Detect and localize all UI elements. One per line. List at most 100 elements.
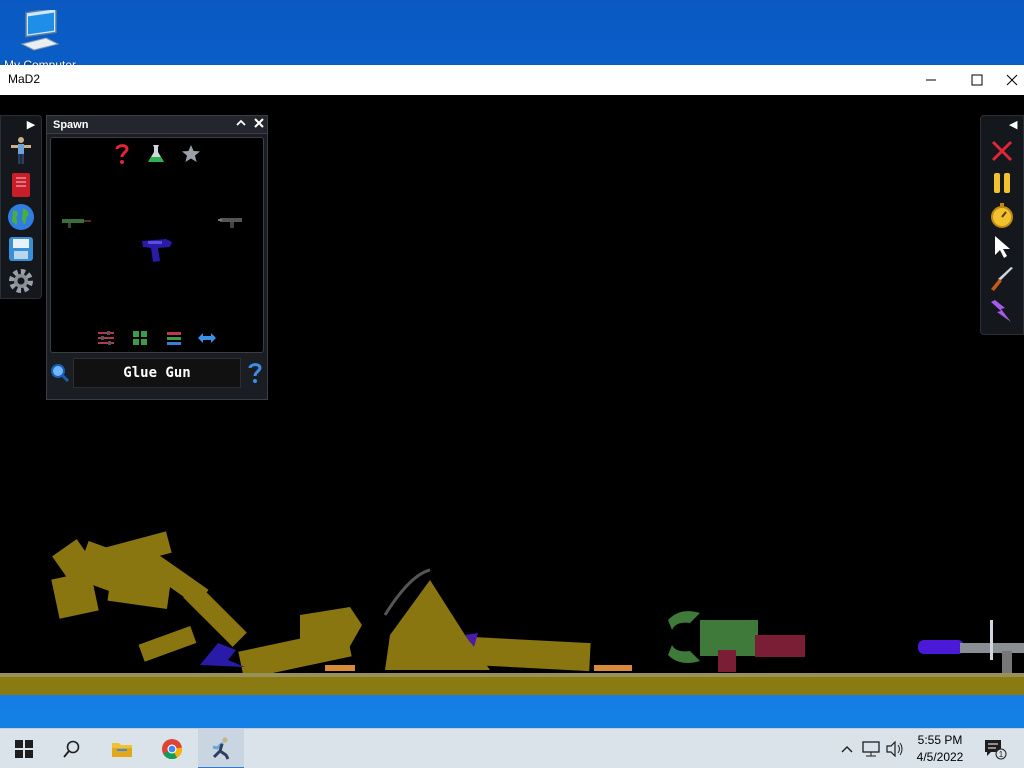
ground bbox=[0, 673, 1024, 695]
collapse-panel-button[interactable] bbox=[233, 117, 249, 133]
power-tool[interactable] bbox=[987, 296, 1017, 326]
globe-icon bbox=[8, 204, 34, 230]
maximize-button[interactable] bbox=[954, 65, 1000, 95]
double-arrow-icon bbox=[198, 333, 216, 343]
save-tool[interactable] bbox=[5, 234, 37, 264]
lightning-icon bbox=[991, 300, 1011, 322]
game-window: MaD2 ▶ Spawn Glue Gun ◀ bbox=[0, 65, 1024, 695]
spawn-item-grid bbox=[50, 137, 264, 353]
gear-icon bbox=[9, 269, 33, 293]
left-toolbar: ▶ bbox=[0, 115, 42, 299]
window-titlebar[interactable]: MaD2 bbox=[0, 65, 1024, 95]
notification-badge: 1 bbox=[999, 750, 1004, 759]
expand-toolbar-button[interactable]: ▶ bbox=[23, 118, 39, 132]
ragdoll-middle bbox=[238, 580, 591, 680]
clear-scene-button[interactable] bbox=[987, 136, 1017, 166]
glue-gun-small bbox=[465, 633, 478, 647]
mad2-app-icon bbox=[212, 737, 230, 760]
pistol-icon bbox=[218, 218, 242, 228]
rifle-icon bbox=[62, 219, 91, 228]
close-icon bbox=[1006, 74, 1018, 86]
clock-time: 5:55 PM bbox=[917, 733, 963, 747]
spawn-item-glue-gun[interactable] bbox=[139, 234, 175, 266]
pause-icon bbox=[994, 173, 1010, 193]
ragdoll-left bbox=[51, 531, 247, 662]
question-mark-icon bbox=[248, 363, 262, 383]
floppy-disk-icon bbox=[9, 237, 33, 261]
pointer-tool[interactable] bbox=[987, 232, 1017, 262]
clock-date: 4/5/2022 bbox=[916, 750, 964, 764]
favorites-filter-button[interactable] bbox=[179, 142, 203, 166]
chemistry-filter-button[interactable] bbox=[145, 142, 167, 166]
selected-item-field[interactable]: Glue Gun bbox=[73, 358, 241, 388]
spawn-item-gun-right[interactable] bbox=[215, 212, 245, 232]
sliders-icon bbox=[98, 331, 114, 345]
maximize-icon bbox=[971, 74, 983, 86]
settings-tool[interactable] bbox=[5, 266, 37, 296]
taskbar-search-button[interactable] bbox=[52, 729, 92, 768]
grid-icon bbox=[133, 331, 147, 345]
desktop-icon-my-computer[interactable]: My Computer bbox=[4, 8, 76, 72]
help-filter-button[interactable] bbox=[111, 142, 133, 166]
chevron-up-icon bbox=[236, 119, 246, 126]
search-icon bbox=[51, 364, 70, 383]
close-panel-button[interactable] bbox=[251, 117, 267, 133]
ragdoll-icon bbox=[11, 137, 31, 164]
plank-right bbox=[594, 665, 632, 671]
swap-button[interactable] bbox=[195, 328, 219, 348]
item-info-button[interactable] bbox=[245, 360, 265, 386]
spawn-panel-header[interactable]: Spawn bbox=[47, 116, 267, 134]
catalog-tool[interactable] bbox=[5, 170, 37, 200]
collapse-toolbar-button[interactable]: ◀ bbox=[1009, 118, 1023, 132]
green-rifle bbox=[668, 611, 805, 672]
star-icon bbox=[182, 145, 200, 162]
question-mark-icon bbox=[115, 144, 129, 164]
book-icon bbox=[12, 173, 30, 197]
knife-icon bbox=[991, 267, 1013, 291]
cursor-icon bbox=[995, 236, 1010, 258]
glue-gun-on-floor bbox=[200, 643, 245, 667]
taskbar: 5:55 PM 4/5/2022 1 bbox=[0, 728, 1024, 768]
pause-button[interactable] bbox=[987, 168, 1017, 198]
flask-icon bbox=[148, 145, 164, 162]
pickaxe bbox=[383, 568, 431, 616]
stopwatch-icon bbox=[991, 203, 1013, 228]
minimize-button[interactable] bbox=[908, 65, 954, 95]
grid-view-button[interactable] bbox=[129, 328, 151, 348]
chrome-icon bbox=[162, 739, 183, 760]
show-hidden-icons-button[interactable] bbox=[838, 729, 856, 768]
close-button[interactable] bbox=[1000, 65, 1024, 95]
right-toolbar: ◀ bbox=[980, 115, 1024, 335]
world-tool[interactable] bbox=[5, 202, 37, 232]
minimize-icon bbox=[926, 79, 936, 81]
list-icon bbox=[167, 332, 181, 345]
folder-icon bbox=[112, 743, 132, 757]
start-button[interactable] bbox=[4, 729, 44, 768]
ground-edge bbox=[0, 673, 1024, 677]
mad2-taskbar-button[interactable] bbox=[198, 729, 244, 768]
close-icon bbox=[254, 118, 264, 128]
close-icon bbox=[991, 140, 1013, 162]
glue-gun-icon bbox=[142, 239, 172, 262]
slow-motion-button[interactable] bbox=[987, 200, 1017, 230]
system-clock[interactable]: 5:55 PM 4/5/2022 bbox=[900, 732, 980, 766]
sort-options-button[interactable] bbox=[95, 328, 117, 348]
spawn-panel-title: Spawn bbox=[53, 119, 89, 131]
spawn-panel: Spawn Glue Gun bbox=[46, 115, 268, 400]
file-explorer-button[interactable] bbox=[102, 729, 142, 768]
spawn-ragdoll-tool[interactable] bbox=[5, 136, 37, 166]
search-icon bbox=[63, 740, 80, 758]
network-button[interactable] bbox=[860, 729, 882, 768]
windows-logo-icon bbox=[15, 740, 33, 758]
notification-icon: 1 bbox=[985, 740, 1007, 760]
chevron-up-icon bbox=[841, 746, 853, 753]
list-view-button[interactable] bbox=[163, 328, 185, 348]
search-button[interactable] bbox=[49, 360, 71, 386]
rocket-launcher bbox=[918, 620, 1024, 673]
game-canvas[interactable]: ▶ Spawn Glue Gun ◀ bbox=[0, 95, 1024, 695]
knife-tool[interactable] bbox=[987, 264, 1017, 294]
spawn-item-gun-left[interactable] bbox=[59, 212, 93, 232]
action-center-button[interactable]: 1 bbox=[978, 729, 1012, 768]
network-icon bbox=[862, 741, 880, 757]
chrome-button[interactable] bbox=[152, 729, 192, 768]
